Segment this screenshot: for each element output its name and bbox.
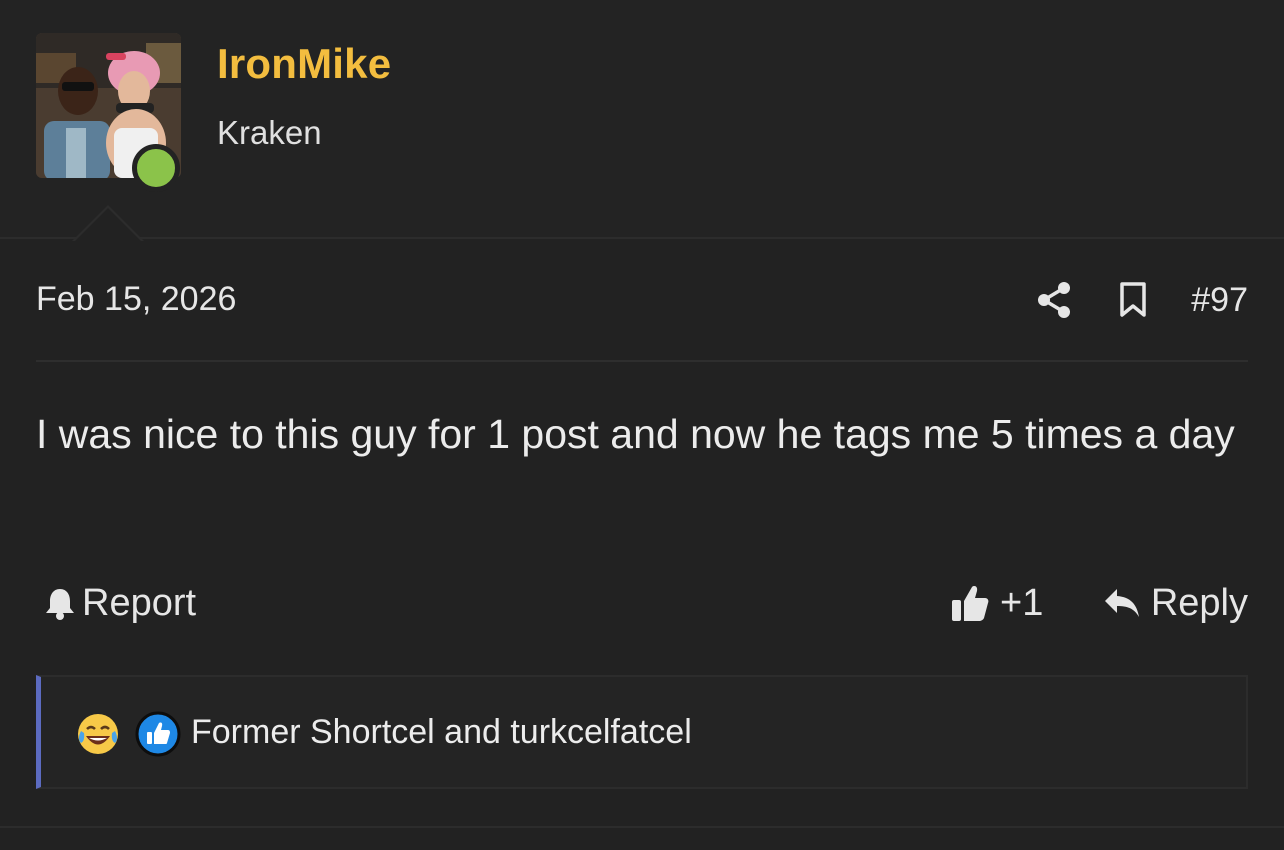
report-label: Report — [82, 581, 197, 624]
share-icon[interactable] — [1037, 282, 1071, 318]
report-button[interactable]: Report — [44, 578, 196, 628]
avatar-container[interactable] — [36, 33, 181, 192]
bell-icon — [46, 589, 74, 620]
user-title: Kraken — [217, 114, 322, 151]
reply-arrow-icon — [1104, 589, 1139, 617]
post-user-header: IronMike Kraken — [0, 0, 1284, 239]
post-date[interactable]: Feb 15, 2026 — [36, 280, 236, 319]
thumbs-up-icon — [952, 586, 989, 621]
forum-post: IronMike Kraken Feb 15, 2026 #97 I was n… — [0, 0, 1284, 850]
username[interactable]: IronMike — [217, 40, 391, 88]
online-status-icon — [132, 144, 180, 192]
crying-laughing-emoji-icon — [75, 711, 121, 757]
post-actions: Report +1 Reply — [36, 578, 1248, 628]
like-count: +1 — [1000, 581, 1044, 624]
like-reaction-icon — [135, 711, 181, 757]
bookmark-icon[interactable] — [1119, 282, 1147, 318]
reaction-icons — [75, 710, 195, 758]
like-button[interactable]: +1 — [950, 578, 1043, 628]
reply-label: Reply — [1150, 581, 1248, 624]
reply-button[interactable]: Reply — [1103, 578, 1248, 628]
post-meta-actions: #97 — [1037, 278, 1248, 322]
divider — [36, 360, 1248, 362]
bottom-divider — [0, 826, 1284, 828]
post-body: I was nice to this guy for 1 post and no… — [36, 411, 1235, 457]
reactions-bar[interactable]: Former Shortcel and turkcelfatcel — [36, 675, 1248, 789]
reaction-users-text[interactable]: Former Shortcel and turkcelfatcel — [191, 713, 692, 752]
header-pointer-inner — [74, 208, 142, 242]
post-number-link[interactable]: #97 — [1191, 281, 1248, 320]
